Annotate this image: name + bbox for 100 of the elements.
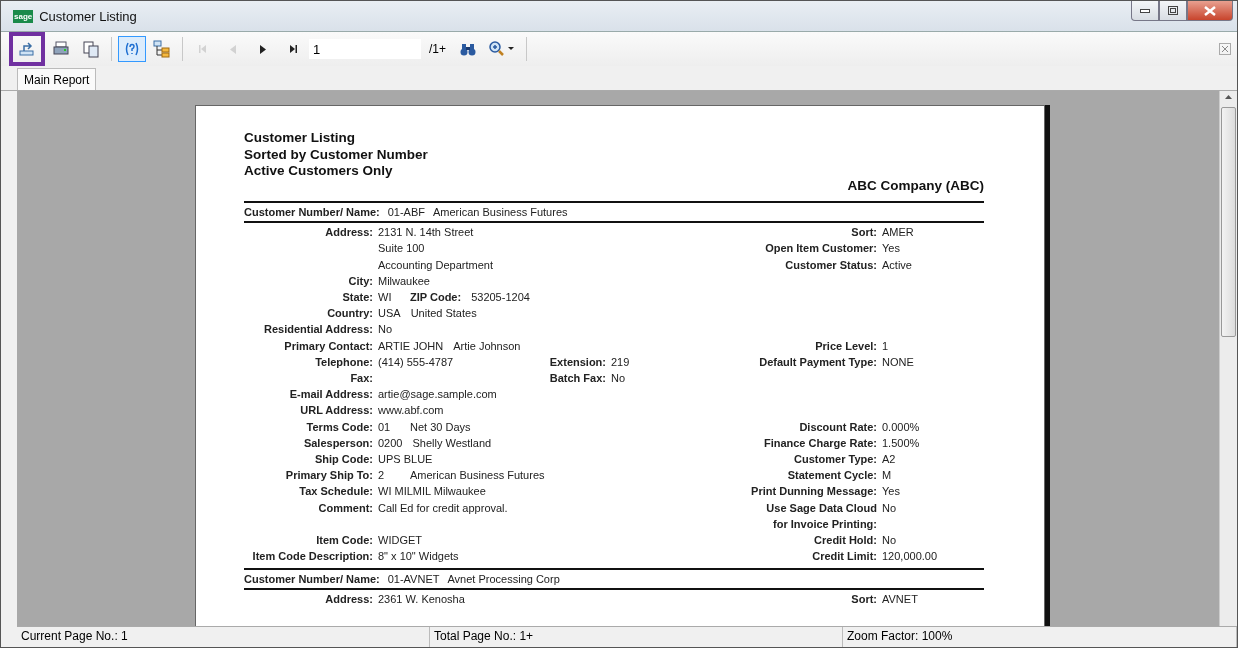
field-value: Accounting Department [378, 257, 493, 273]
field-label: Customer Number/ Name: [244, 206, 380, 219]
field-label: Extension: [549, 355, 606, 368]
field-label: Customer Number/ Name: [244, 573, 380, 586]
close-icon [1204, 5, 1216, 16]
field-label: Credit Limit: [812, 550, 877, 563]
next-page-icon [260, 44, 266, 54]
printer-icon [52, 40, 70, 58]
report-title: Sorted by Customer Number [244, 146, 429, 164]
field-value: Suite 100 [378, 241, 425, 257]
field-label: Open Item Customer: [765, 242, 877, 255]
field-value: No [882, 533, 897, 546]
field-label: Fax: [350, 371, 373, 384]
copy-icon [82, 40, 100, 58]
field-label: Primary Ship To: [285, 469, 373, 482]
field-value: A2 [882, 452, 896, 465]
close-panel-icon[interactable] [1219, 43, 1231, 55]
field-label: Item Code: [316, 533, 373, 546]
field-value: 8" x 10" Widgets [378, 549, 459, 565]
tree-icon [153, 40, 171, 58]
field-value: 0200 [378, 435, 403, 451]
field-label: City: [348, 274, 373, 287]
minimize-button[interactable] [1131, 1, 1159, 21]
field-value: WIDGET [378, 532, 422, 548]
field-label: Credit Hold: [814, 533, 877, 546]
field-value: Shelly Westland [412, 435, 492, 451]
minimize-icon [1140, 8, 1150, 13]
status-text: Zoom Factor: 100% [843, 627, 1237, 647]
field-label: Print Dunning Message: [751, 485, 877, 498]
field-value: NONE [882, 355, 914, 368]
report-tab[interactable]: Main Report [17, 68, 97, 90]
field-label: Tax Schedule: [299, 485, 373, 498]
field-label: Country: [327, 307, 373, 320]
field-label: Use Sage Data Cloud for Invoice Printing: [766, 501, 877, 530]
field-value: 1 [882, 339, 889, 352]
field-value: AMER [882, 226, 914, 239]
field-label: State: [342, 290, 373, 303]
field-value: Active [882, 258, 912, 271]
field-value: No [882, 501, 897, 514]
field-label: Customer Type: [794, 452, 877, 465]
field-label: Address: [325, 226, 373, 239]
page-number-field[interactable]: 1 [309, 39, 421, 59]
field-value: UPS BLUE [378, 451, 433, 467]
field-value: 2361 W. Kenosha [378, 592, 465, 608]
field-value: USA [378, 306, 401, 322]
field-label: E-mail Address: [289, 388, 373, 401]
report-title: Active Customers Only [244, 163, 394, 181]
field-label: URL Address: [300, 404, 373, 417]
close-button[interactable] [1187, 1, 1233, 21]
window-title: Customer Listing [39, 8, 138, 24]
field-value: No [378, 322, 394, 338]
field-label: Telephone: [315, 355, 373, 368]
maximize-button[interactable] [1159, 1, 1187, 21]
help-button[interactable] [118, 36, 146, 62]
field-value: 53205-1204 [471, 289, 530, 305]
field-label: Statement Cycle: [787, 469, 877, 482]
field-value: (414) 555-4787 [378, 354, 454, 370]
company-name: ABC Company (ABC) [846, 178, 984, 194]
field-label: Salesperson: [303, 436, 373, 449]
field-value: Artie Johnson [453, 338, 521, 354]
field-value: 2 [378, 468, 386, 484]
status-text: Total Page No.: 1+ [430, 627, 843, 647]
field-label: Customer Status: [785, 258, 877, 271]
field-value: 0.000% [882, 420, 920, 433]
field-value: Yes [882, 242, 900, 255]
previous-page-icon [230, 44, 236, 54]
field-value: 219 [611, 355, 630, 368]
field-value: artie@sage.sample.com [378, 387, 497, 403]
app-logo: sage [13, 9, 34, 23]
field-value: WI MILMIL Milwaukee [378, 484, 486, 500]
field-label: Price Level: [815, 339, 877, 352]
field-label: Sort: [851, 226, 877, 239]
field-value: 01 [378, 419, 392, 435]
field-value: Call Ed for credit approval. [378, 500, 508, 516]
field-label: Primary Contact: [284, 339, 373, 352]
customer-name: Avnet Processing Corp [447, 573, 560, 586]
customer-name: American Business Futures [433, 206, 568, 219]
field-value: Net 30 Days [410, 419, 471, 435]
field-label: Sort: [851, 593, 877, 606]
field-label: Finance Charge Rate: [763, 436, 877, 449]
scroll-thumb[interactable] [1221, 107, 1236, 337]
field-label: Ship Code: [314, 452, 373, 465]
field-value: Yes [882, 485, 900, 498]
field-label: ZIP Code: [410, 289, 462, 305]
report-title: Customer Listing [244, 130, 356, 147]
field-value: 2131 N. 14th Street [378, 225, 474, 241]
help-icon [123, 40, 141, 58]
maximize-icon [1168, 6, 1178, 15]
page-total: /1+ [429, 42, 446, 56]
field-value: Milwaukee [378, 273, 430, 289]
field-label: Address: [325, 593, 373, 606]
field-label: Discount Rate: [799, 420, 877, 433]
vertical-scrollbar[interactable] [1219, 91, 1237, 626]
field-label: Default Payment Type: [759, 355, 877, 368]
field-value: 120,000.00 [882, 550, 938, 563]
field-label: Terms Code: [306, 420, 373, 433]
field-label: Comment: [318, 501, 373, 514]
customer-number: 01-ABF [387, 206, 425, 219]
field-value: WI [378, 289, 393, 305]
field-label: Residential Address: [264, 323, 373, 336]
